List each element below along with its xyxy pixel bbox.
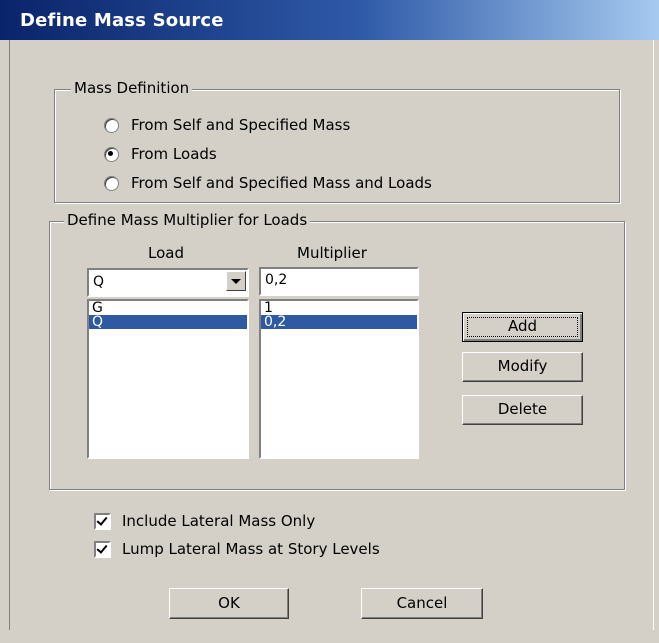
mass-definition-label: Mass Definition (71, 79, 193, 97)
radio-button[interactable] (104, 175, 119, 191)
checkbox-label: Lump Lateral Mass at Story Levels (122, 540, 380, 558)
window-frame-right (653, 40, 659, 643)
load-list[interactable]: G Q (87, 299, 249, 459)
mass-multiplier-label: Define Mass Multiplier for Loads (64, 211, 311, 229)
title-bar[interactable]: Define Mass Source (0, 0, 659, 40)
radio-button[interactable] (104, 117, 119, 133)
dialog-title: Define Mass Source (20, 10, 224, 31)
multiplier-column-header: Multiplier (297, 244, 367, 262)
load-select[interactable]: Q (87, 268, 249, 297)
list-item-selected[interactable]: 0,2 (261, 315, 417, 329)
chevron-down-icon[interactable] (226, 271, 246, 291)
add-button-label: Add (507, 317, 538, 335)
list-item-selected[interactable]: Q (89, 315, 247, 329)
checkbox-label: Include Lateral Mass Only (122, 512, 316, 530)
radio-button-selected[interactable] (104, 146, 119, 162)
radio-label: From Self and Specified Mass (131, 116, 351, 134)
radio-label: From Loads (131, 145, 217, 163)
modify-button-label: Modify (497, 357, 548, 375)
ok-button-label: OK (218, 594, 240, 612)
window-frame-left (0, 40, 10, 643)
checkbox-checked[interactable] (94, 540, 111, 558)
modify-button[interactable]: Modify (462, 352, 583, 382)
multiplier-list[interactable]: 1 0,2 (259, 299, 419, 459)
list-item[interactable]: 1 (261, 301, 417, 315)
define-mass-source-dialog: Define Mass Source Mass Definition From … (0, 0, 659, 643)
load-select-value: Q (93, 274, 105, 290)
radio-from-loads[interactable]: From Loads (104, 145, 217, 163)
checkbox-checked[interactable] (94, 512, 111, 530)
radio-label: From Self and Specified Mass and Loads (131, 174, 432, 192)
radio-from-self-and-specified-mass[interactable]: From Self and Specified Mass (104, 116, 350, 134)
add-button[interactable]: Add (462, 312, 583, 342)
multiplier-input[interactable]: 0,2 (259, 267, 419, 296)
window-frame-bottom (0, 630, 659, 643)
load-column-header: Load (148, 244, 184, 262)
cancel-button-label: Cancel (396, 594, 448, 612)
ok-button[interactable]: OK (169, 588, 289, 619)
list-item[interactable]: G (89, 301, 247, 315)
lump-lateral-mass-checkbox[interactable]: Lump Lateral Mass at Story Levels (94, 540, 380, 558)
radio-from-self-specified-mass-and-loads[interactable]: From Self and Specified Mass and Loads (104, 174, 432, 192)
delete-button-label: Delete (497, 400, 548, 418)
delete-button[interactable]: Delete (462, 395, 583, 425)
include-lateral-mass-only-checkbox[interactable]: Include Lateral Mass Only (94, 512, 315, 530)
cancel-button[interactable]: Cancel (361, 588, 483, 619)
